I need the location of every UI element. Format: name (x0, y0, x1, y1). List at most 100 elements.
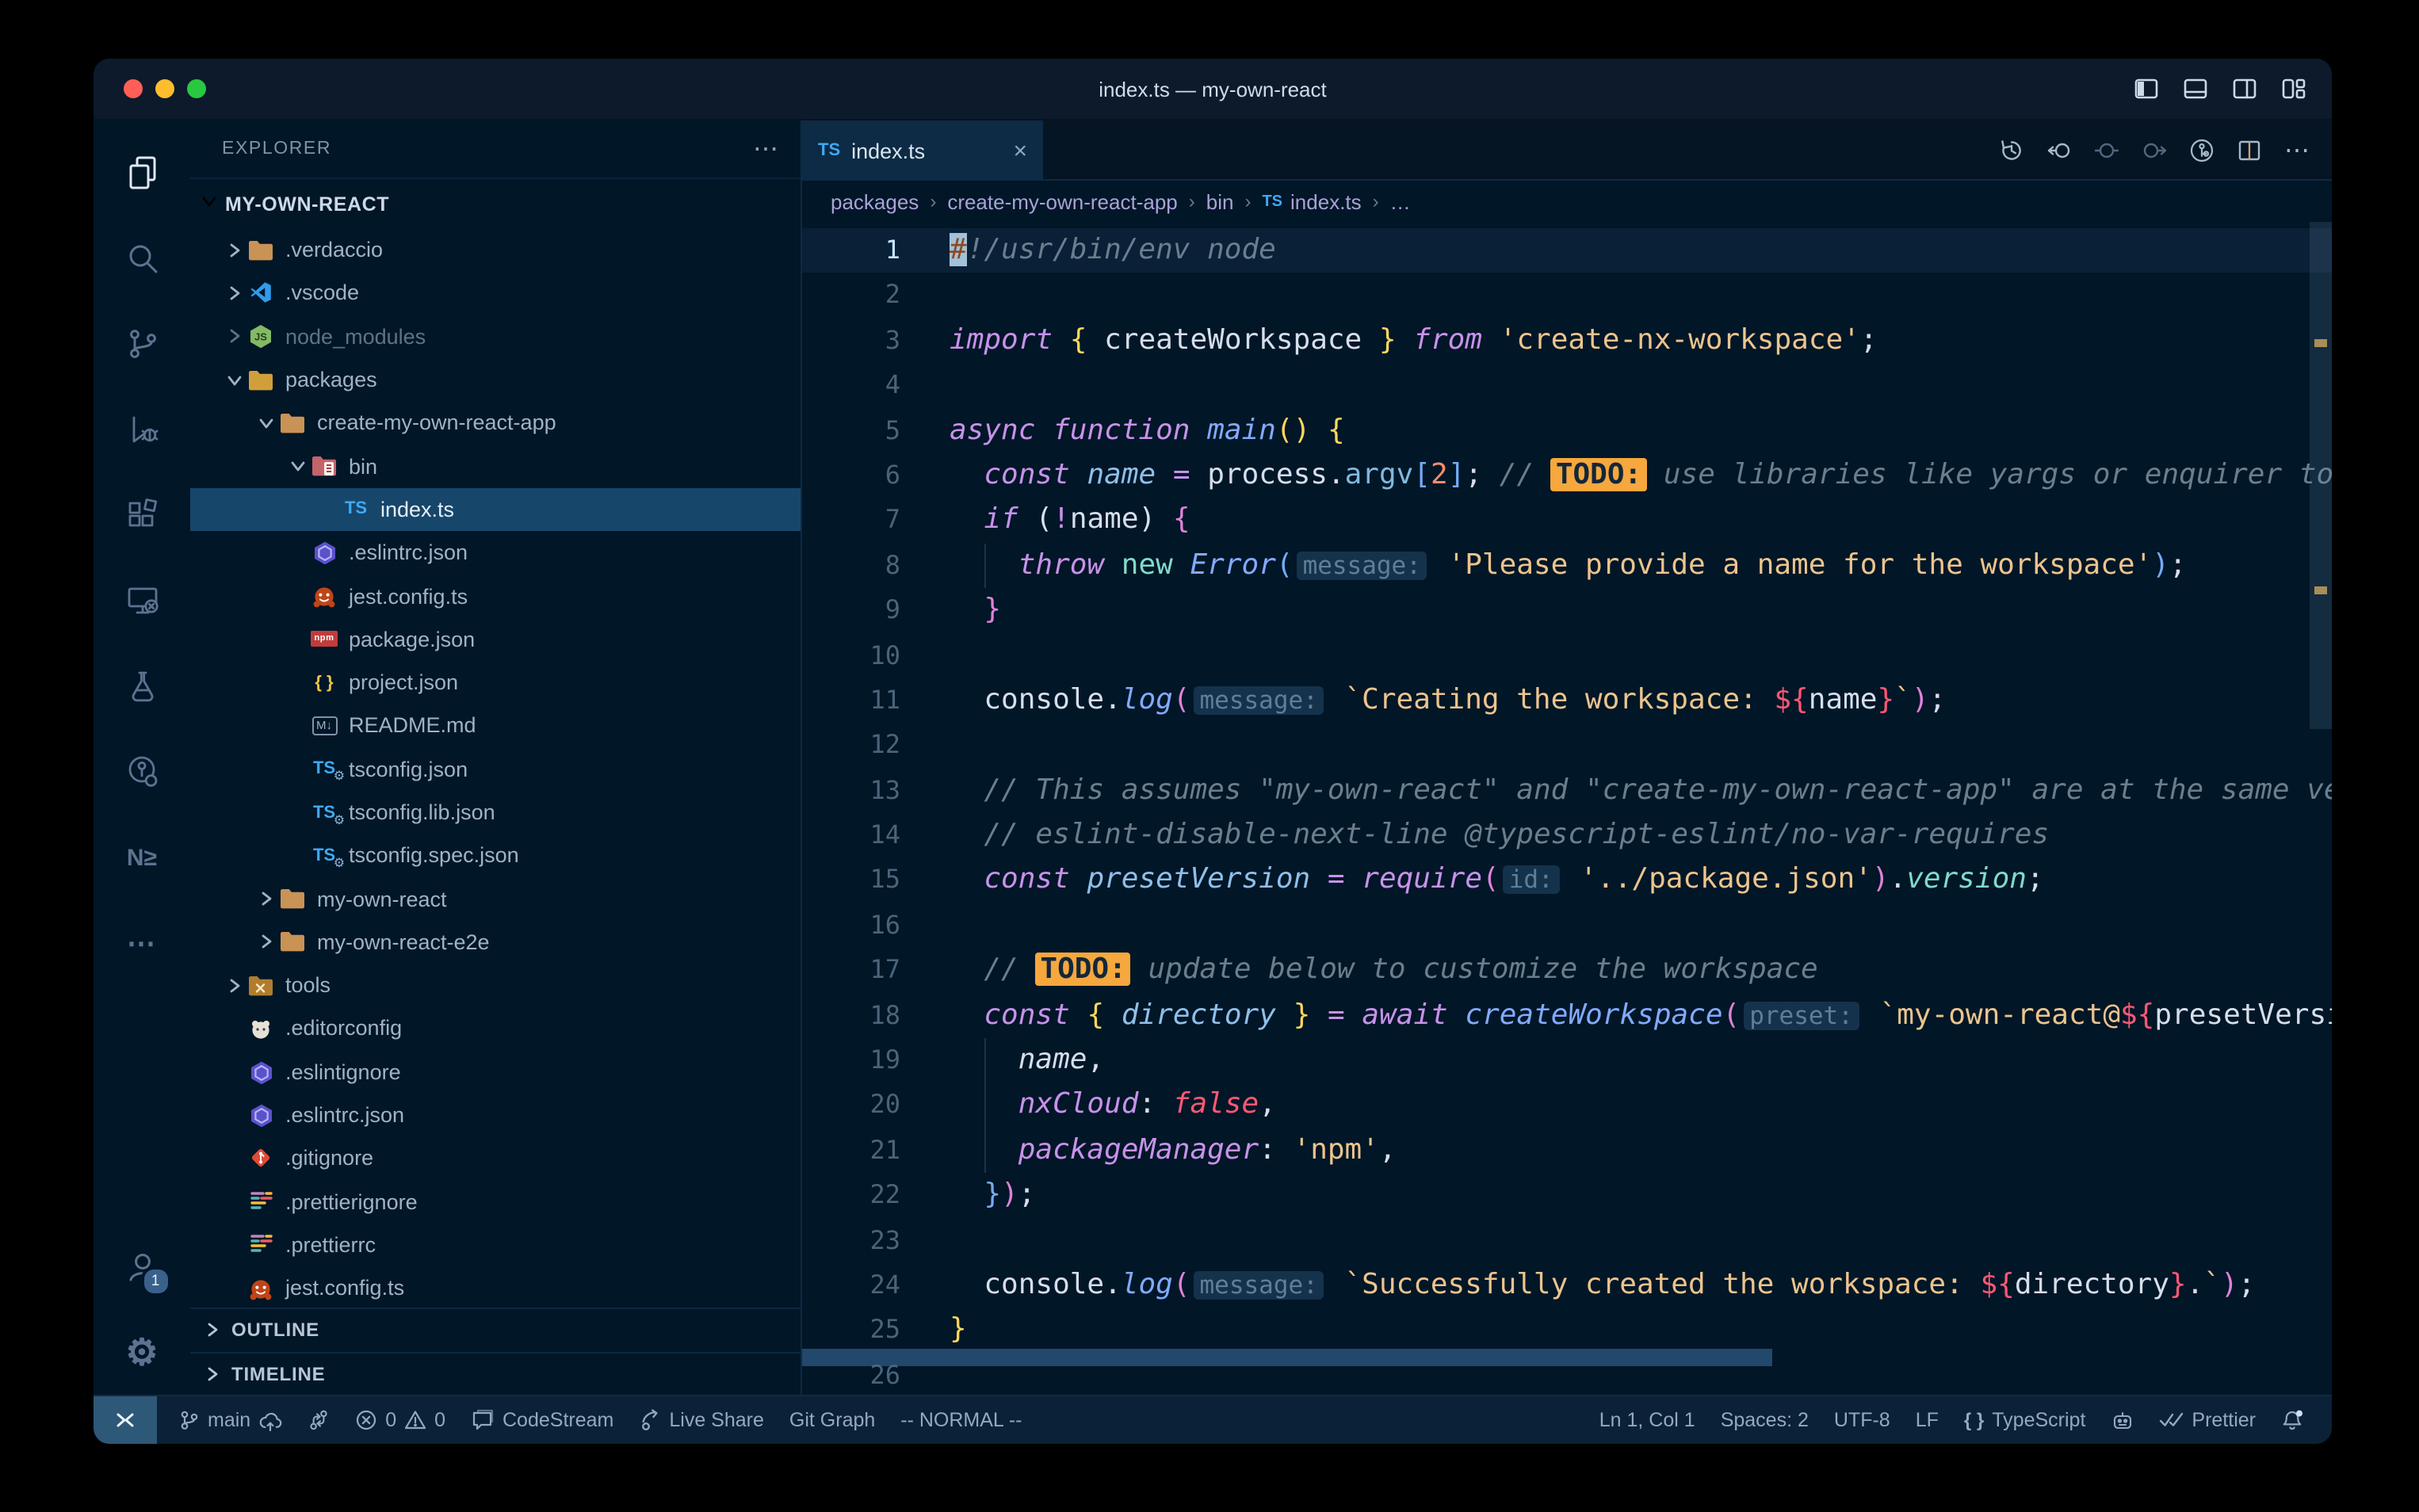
status-git-graph[interactable]: Git Graph (778, 1396, 886, 1444)
tree-item-package.json[interactable]: npmpackage.json (190, 617, 801, 661)
activity-remote-explorer[interactable] (104, 558, 180, 643)
code-line-18[interactable]: 18 const { directory } = await createWor… (802, 993, 2332, 1038)
activity-more-views[interactable]: ⋯ (104, 900, 180, 986)
status-prettier[interactable]: Prettier (2147, 1396, 2267, 1444)
tree-item-node_modules[interactable]: JSnode_modules (190, 315, 801, 358)
activity-search[interactable] (104, 216, 180, 301)
code-line-11[interactable]: 11 console.log(message: `Creating the wo… (802, 678, 2332, 724)
minimize-window-button[interactable] (155, 79, 174, 98)
code-line-2[interactable]: 2 (802, 273, 2332, 319)
status-git-compare[interactable] (296, 1396, 341, 1444)
activity-testing[interactable] (104, 643, 180, 729)
status-git-branch[interactable]: main (166, 1396, 293, 1444)
status-live-share[interactable]: Live Share (628, 1396, 775, 1444)
status-cursor-position[interactable]: Ln 1, Col 1 (1588, 1396, 1706, 1444)
breadcrumb-item[interactable]: bin (1206, 189, 1234, 213)
status-encoding[interactable]: UTF-8 (1823, 1396, 1901, 1444)
tab-index-ts[interactable]: TS index.ts × (802, 120, 1043, 181)
status-vim-mode[interactable]: -- NORMAL -- (889, 1396, 1033, 1444)
tree-item-index.ts[interactable]: TSindex.ts (190, 488, 801, 532)
breadcrumb-item[interactable]: packages (831, 189, 919, 213)
tree-item-.eslintrc.json[interactable]: .eslintrc.json (190, 1094, 801, 1137)
code-line-14[interactable]: 14 // eslint-disable-next-line @typescri… (802, 813, 2332, 858)
tree-item-.editorconfig[interactable]: .editorconfig (190, 1007, 801, 1051)
split-editor-button[interactable] (2237, 137, 2262, 162)
close-tab-icon[interactable]: × (1013, 139, 1027, 162)
tree-item-my-own-react[interactable]: my-own-react (190, 877, 801, 921)
scrollbar-thumb[interactable] (2310, 222, 2332, 729)
section-timeline[interactable]: TIMELINE (190, 1351, 801, 1395)
tree-item-tsconfig.spec.json[interactable]: TS⚙tsconfig.spec.json (190, 834, 801, 877)
activity-nx-console[interactable]: N≥ (104, 815, 180, 900)
tree-item-.vscode[interactable]: .vscode (190, 272, 801, 315)
tree-item-.prettierrc[interactable]: .prettierrc (190, 1224, 801, 1267)
tree-root-item[interactable]: MY-OWN-REACT (190, 178, 801, 228)
tree-item-.prettierignore[interactable]: .prettierignore (190, 1180, 801, 1224)
activity-run-debug[interactable] (104, 387, 180, 472)
tree-item-.gitignore[interactable]: .gitignore (190, 1136, 801, 1180)
zoom-window-button[interactable] (187, 79, 206, 98)
tree-item-.eslintignore[interactable]: .eslintignore (190, 1050, 801, 1094)
toggle-panel-button[interactable] (2183, 76, 2208, 101)
activity-extensions[interactable] (104, 472, 180, 558)
status-feedback-robot[interactable] (2100, 1396, 2144, 1444)
tree-item-packages[interactable]: packages (190, 358, 801, 402)
tree-item-create-my-own-react-app[interactable]: create-my-own-react-app (190, 401, 801, 445)
tree-item-.verdaccio[interactable]: .verdaccio (190, 228, 801, 272)
close-window-button[interactable] (124, 79, 143, 98)
status-language-mode[interactable]: { }TypeScript (1953, 1396, 2097, 1444)
tree-item-jest.config.ts[interactable]: jest.config.ts (190, 1266, 801, 1308)
code-line-5[interactable]: 5async function main() { (802, 408, 2332, 453)
code-line-23[interactable]: 23 (802, 1218, 2332, 1263)
title-bar[interactable]: index.ts — my-own-react (94, 59, 2332, 120)
activity-gitlens[interactable] (104, 729, 180, 815)
code-line-13[interactable]: 13 // This assumes "my-own-react" and "c… (802, 768, 2332, 813)
code-line-4[interactable]: 4 (802, 363, 2332, 408)
next-change-button[interactable] (2142, 137, 2167, 162)
tree-item-.eslintrc.json[interactable]: .eslintrc.json (190, 531, 801, 575)
breadcrumb-item[interactable]: TSindex.ts (1262, 189, 1361, 213)
more-actions-button[interactable]: ⋯ (2284, 134, 2310, 166)
remote-indicator-button[interactable] (94, 1396, 157, 1444)
code-line-17[interactable]: 17 // TODO: update below to customize th… (802, 949, 2332, 994)
activity-explorer[interactable] (104, 130, 180, 216)
code-line-3[interactable]: 3import { createWorkspace } from 'create… (802, 319, 2332, 364)
code-line-20[interactable]: 20 nxCloud: false, (802, 1083, 2332, 1128)
code-line-21[interactable]: 21 packageManager: 'npm', (802, 1128, 2332, 1174)
toggle-primary-sidebar-button[interactable] (2134, 76, 2159, 101)
timeline-history-button[interactable] (1999, 137, 2024, 162)
breadcrumb-item[interactable]: create-my-own-react-app (947, 189, 1177, 213)
code-line-7[interactable]: 7 if (!name) { (802, 498, 2332, 544)
code-line-10[interactable]: 10 (802, 633, 2332, 678)
activity-source-control[interactable] (104, 301, 180, 387)
code-line-6[interactable]: 6 const name = process.argv[2]; // TODO:… (802, 453, 2332, 498)
breadcrumb-item[interactable]: … (1390, 189, 1411, 213)
code-line-22[interactable]: 22 }); (802, 1173, 2332, 1218)
status-notifications-bell[interactable] (2270, 1396, 2316, 1444)
code-line-24[interactable]: 24 console.log(message: `Successfully cr… (802, 1263, 2332, 1308)
tree-item-project.json[interactable]: { }project.json (190, 661, 801, 704)
customize-layout-button[interactable] (2281, 76, 2306, 101)
section-outline[interactable]: OUTLINE (190, 1308, 801, 1351)
code-line-15[interactable]: 15 const presetVersion = require(id: '..… (802, 858, 2332, 903)
code-line-8[interactable]: 8 throw new Error(message: 'Please provi… (802, 543, 2332, 588)
code-line-16[interactable]: 16 (802, 903, 2332, 949)
sidebar-more-actions-button[interactable]: ⋯ (753, 133, 778, 165)
tree-item-tsconfig.lib.json[interactable]: TS⚙tsconfig.lib.json (190, 791, 801, 834)
code-line-19[interactable]: 19 name, (802, 1038, 2332, 1083)
tree-item-README.md[interactable]: M↓README.md (190, 704, 801, 748)
code-line-25[interactable]: 25} (802, 1308, 2332, 1354)
code-line-9[interactable]: 9 } (802, 588, 2332, 633)
tree-item-jest.config.ts[interactable]: jest.config.ts (190, 575, 801, 618)
code-line-1[interactable]: 1#!/usr/bin/env node (802, 228, 2332, 273)
toggle-secondary-sidebar-button[interactable] (2232, 76, 2257, 101)
tree-item-tools[interactable]: tools (190, 964, 801, 1007)
status-problems[interactable]: 00 (344, 1396, 457, 1444)
status-codestream[interactable]: CodeStream (460, 1396, 625, 1444)
status-indentation[interactable]: Spaces: 2 (1710, 1396, 1820, 1444)
code-line-12[interactable]: 12 (802, 724, 2332, 769)
horizontal-scrollbar[interactable] (802, 1349, 1772, 1366)
open-changes-button[interactable] (2189, 137, 2215, 162)
tree-item-tsconfig.json[interactable]: TS⚙tsconfig.json (190, 747, 801, 791)
code-editor[interactable]: 1#!/usr/bin/env node23import { createWor… (802, 222, 2332, 1395)
